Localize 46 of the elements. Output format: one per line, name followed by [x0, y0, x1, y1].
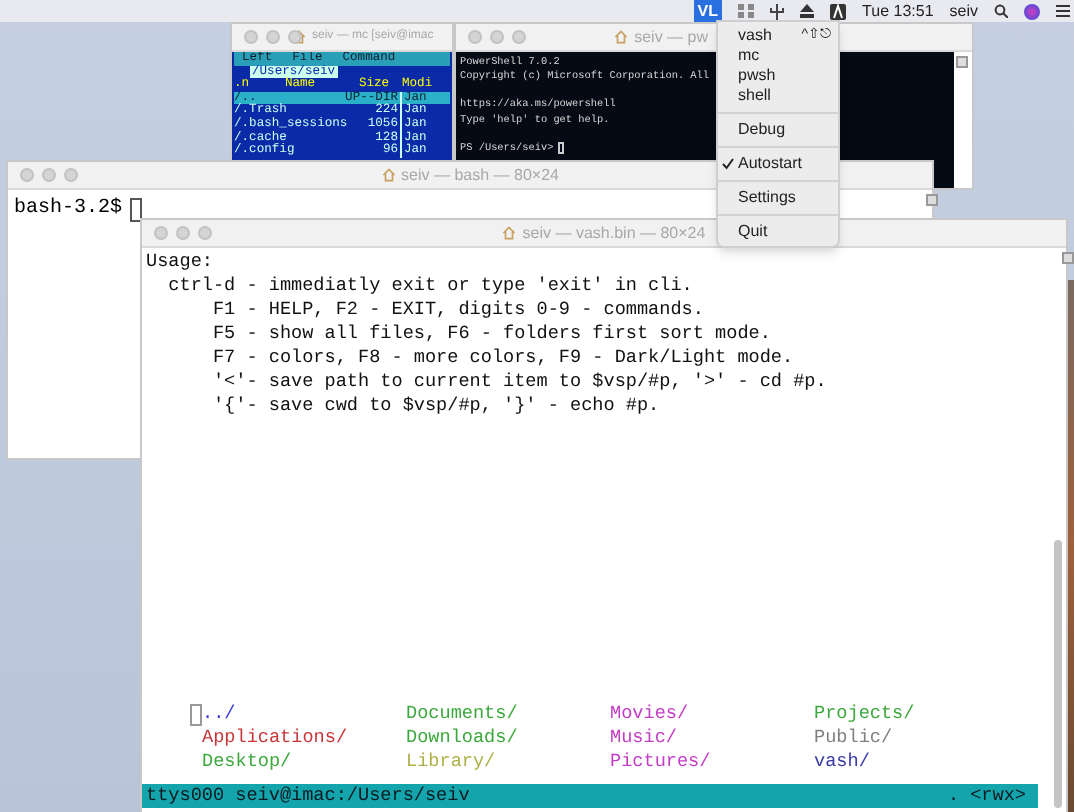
- cursor: [557, 142, 564, 155]
- status-item[interactable]: VL: [693, 0, 723, 22]
- file-entry[interactable]: Applications/: [202, 726, 348, 750]
- menu-item[interactable]: Quit: [718, 222, 838, 242]
- window-title: seiv — pw: [634, 25, 708, 49]
- house-icon: [502, 226, 517, 240]
- usage-line: '{'- save cwd to $vsp/#p, '}' - echo #p.: [210, 394, 660, 416]
- scrollbar-thumb[interactable]: [1054, 540, 1062, 808]
- usage-line: ctrl-d - immediatly exit or type 'exit' in cli.: [166, 274, 693, 296]
- grid-icon[interactable]: [738, 4, 755, 18]
- menu-item[interactable]: mc: [718, 46, 838, 66]
- shell-prompt: bash-3.2$: [14, 195, 123, 224]
- usage-line: F7 - colors, F8 - more colors, F9 - Dark/Light mode.: [210, 346, 794, 368]
- file-entry[interactable]: vash/: [814, 750, 870, 774]
- menu-bar-user[interactable]: seiv: [949, 0, 978, 23]
- eject-icon[interactable]: [800, 4, 815, 18]
- menu-item[interactable]: Autostart: [718, 154, 838, 174]
- usage-line: '<'- save path to current item to $vsp/#p, '>' - cd #p.: [210, 370, 827, 392]
- menu-item[interactable]: Debug: [718, 120, 838, 140]
- scroll-indicator-icon: [1062, 252, 1074, 264]
- file-entry[interactable]: Pictures/: [610, 750, 711, 774]
- window-title: seiv — vash.bin — 80×24: [522, 221, 706, 245]
- file-entry[interactable]: Music/: [610, 726, 677, 750]
- fork-icon[interactable]: [770, 3, 785, 19]
- house-icon: [381, 168, 396, 182]
- file-entry[interactable]: Movies/: [610, 702, 689, 726]
- checkmark-icon: [722, 158, 734, 170]
- scroll-indicator-icon: [926, 194, 938, 206]
- search-icon[interactable]: [994, 4, 1008, 18]
- file-entry[interactable]: ../: [202, 702, 236, 726]
- menu-bar-clock[interactable]: Tue 13:51: [862, 0, 934, 23]
- usage-line: F1 - HELP, F2 - EXIT, digits 0-9 - commands.: [210, 298, 704, 320]
- usage-line: Usage:: [146, 250, 213, 272]
- usage-line: F5 - show all files, F6 - folders first sort mode.: [210, 322, 771, 344]
- keyboard-input-icon[interactable]: [830, 3, 847, 19]
- file-entry[interactable]: Public/: [814, 726, 893, 750]
- window-title: seiv — bash — 80×24: [401, 163, 559, 187]
- menu-item[interactable]: pwsh: [718, 66, 838, 86]
- scroll-indicator-icon: [956, 56, 968, 68]
- menu-item[interactable]: shell: [718, 86, 838, 106]
- house-icon: [614, 30, 629, 44]
- list-icon[interactable]: [1056, 4, 1070, 18]
- menu-item[interactable]: Settings: [718, 188, 838, 208]
- status-text: ttys000 seiv@imac:/Users/seiv: [146, 784, 470, 808]
- status-text: . <rwx>: [947, 784, 1028, 808]
- siri-icon[interactable]: [1024, 3, 1040, 19]
